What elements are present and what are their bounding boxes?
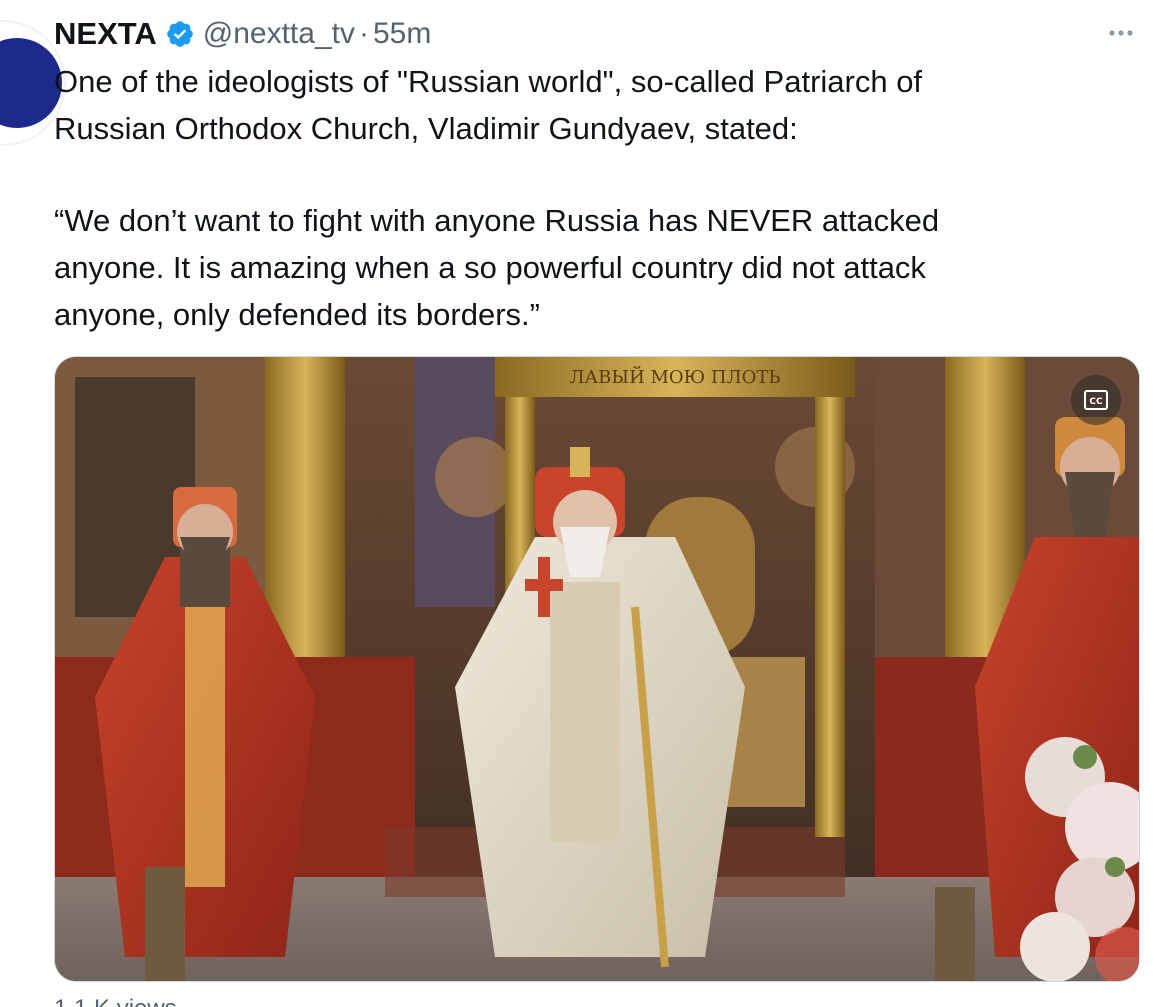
timestamp[interactable]: 55m: [373, 17, 431, 51]
tweet-text-paragraph-1: One of the ideologists of "Russian world…: [54, 64, 923, 146]
closed-captions-icon: CC: [1084, 390, 1108, 410]
verified-badge-icon: [165, 19, 195, 49]
tweet-header: NEXTA @nextta_tv · 55m: [54, 14, 431, 54]
canopy-inscription: ЛАВЫЙ МОЮ ПЛОТЬ: [569, 365, 780, 388]
separator-dot: ·: [358, 17, 369, 50]
video-frame: ЛАВЫЙ МОЮ ПЛОТЬ: [55, 357, 1139, 981]
closed-captions-button[interactable]: CC: [1071, 375, 1121, 425]
tweet-text-paragraph-2: “We don’t want to fight with anyone Russ…: [54, 203, 940, 332]
user-handle[interactable]: @nextta_tv: [203, 17, 355, 51]
tweet-video[interactable]: ЛАВЫЙ МОЮ ПЛОТЬ CC: [54, 356, 1140, 982]
tweet-page: NEXTA @nextta_tv · 55m One of the ideolo…: [0, 0, 1158, 1007]
more-options-button[interactable]: [1104, 18, 1138, 48]
view-count-partial: 1 1 K views: [54, 994, 177, 1007]
svg-text:CC: CC: [1089, 397, 1103, 407]
display-name[interactable]: NEXTA: [54, 16, 157, 52]
ellipsis-icon: [1109, 30, 1133, 36]
tweet-text: One of the ideologists of "Russian world…: [54, 58, 1114, 338]
avatar-image: [0, 38, 62, 128]
